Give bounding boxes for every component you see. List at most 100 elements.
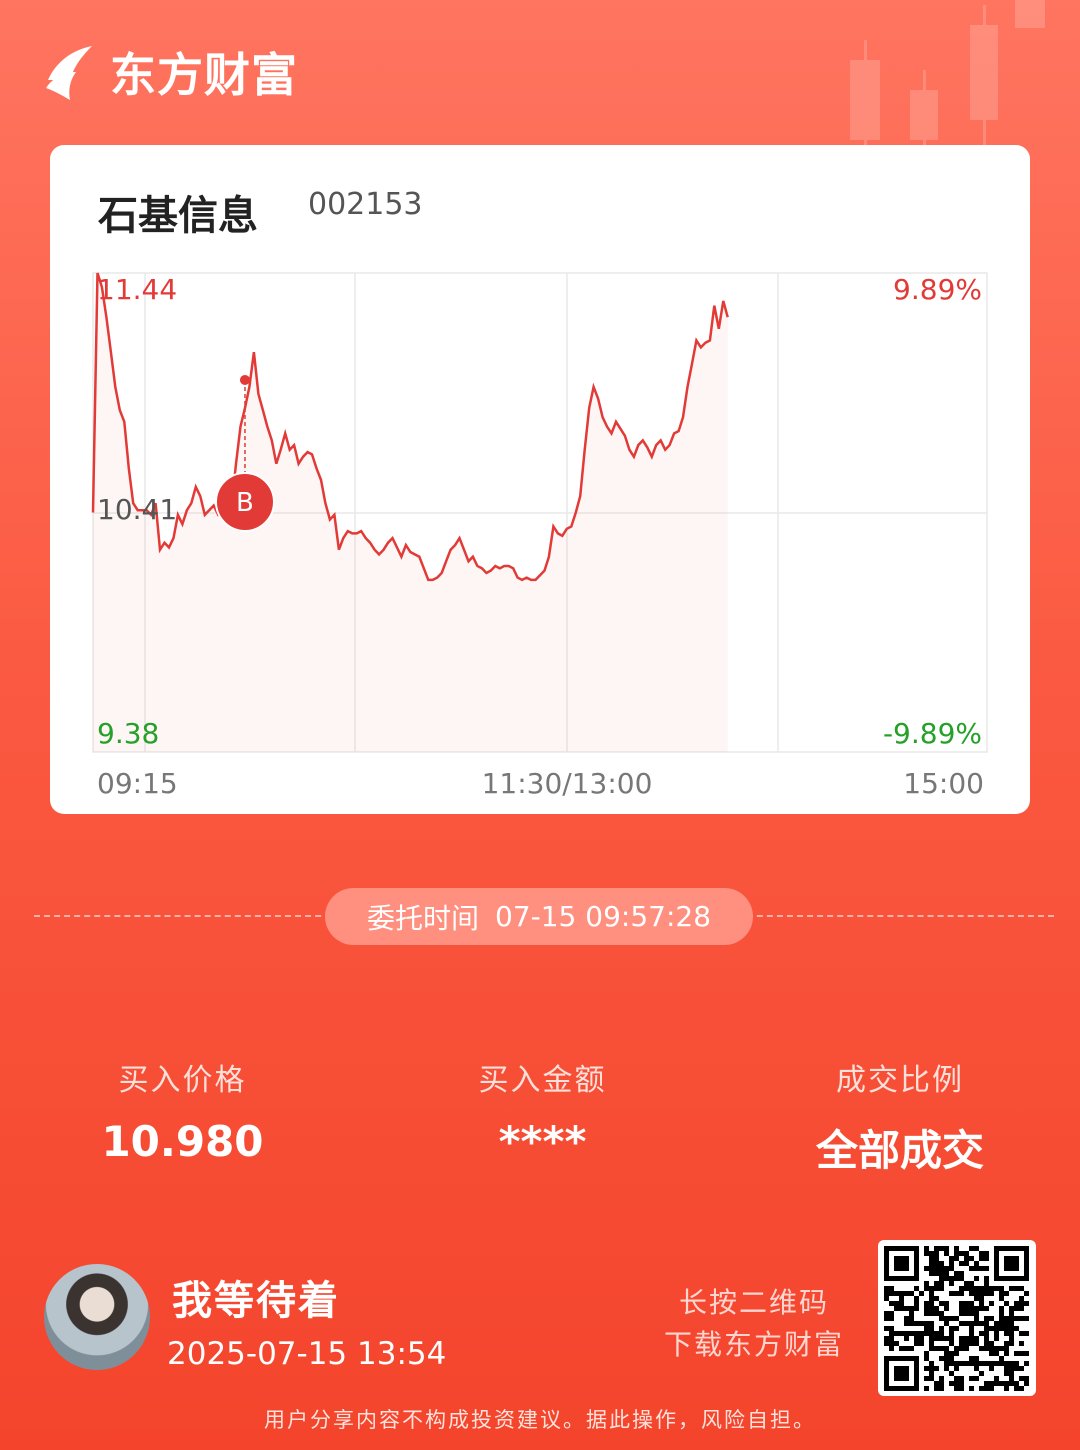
qr-module xyxy=(964,1301,969,1306)
qr-module xyxy=(954,1361,959,1366)
qr-module xyxy=(979,1286,984,1291)
qr-module xyxy=(889,1301,894,1306)
qr-module xyxy=(884,1296,889,1301)
qr-module xyxy=(889,1326,894,1331)
qr-module xyxy=(924,1246,929,1251)
qr-module xyxy=(959,1271,964,1276)
qr-module xyxy=(964,1336,969,1341)
qr-module xyxy=(964,1281,969,1286)
qr-module xyxy=(924,1306,929,1311)
qr-module xyxy=(1009,1331,1014,1336)
stock-chart-card[interactable]: 石基信息 002153 B 11.44 10.41 9.38 9.89% -9.… xyxy=(50,145,1030,814)
qr-module xyxy=(914,1341,919,1346)
qr-module xyxy=(994,1286,999,1291)
qr-module xyxy=(934,1251,939,1256)
qr-module xyxy=(964,1341,969,1346)
qr-module xyxy=(964,1321,969,1326)
qr-module xyxy=(964,1261,969,1266)
qr-module xyxy=(949,1276,954,1281)
qr-module xyxy=(1004,1346,1009,1351)
qr-module xyxy=(999,1286,1004,1291)
qr-module xyxy=(949,1316,954,1321)
qr-module xyxy=(989,1386,994,1391)
qr-module xyxy=(969,1286,974,1291)
qr-module xyxy=(894,1341,899,1346)
qr-module xyxy=(984,1281,989,1286)
qr-module xyxy=(1009,1336,1014,1341)
qr-module xyxy=(964,1311,969,1316)
qr-module xyxy=(944,1351,949,1356)
qr-module xyxy=(974,1286,979,1291)
qr-module xyxy=(1019,1376,1024,1381)
qr-module xyxy=(909,1321,914,1326)
qr-module xyxy=(899,1331,904,1336)
qr-module xyxy=(919,1336,924,1341)
qr-module xyxy=(959,1376,964,1381)
qr-module xyxy=(964,1286,969,1291)
qr-module xyxy=(899,1296,904,1301)
qr-module xyxy=(944,1316,949,1321)
user-avatar[interactable] xyxy=(44,1264,150,1370)
qr-module xyxy=(939,1261,944,1266)
qr-module xyxy=(924,1376,929,1381)
order-time-value: 07-15 09:57:28 xyxy=(495,900,712,933)
qr-module xyxy=(939,1386,944,1391)
qr-module xyxy=(939,1376,944,1381)
stat-buy-amount-label: 买入金额 xyxy=(478,1063,607,1098)
qr-module xyxy=(959,1311,964,1316)
qr-module xyxy=(924,1321,929,1326)
stat-fill-ratio-label: 成交比例 xyxy=(836,1063,964,1098)
qr-module xyxy=(994,1331,999,1336)
qr-module xyxy=(904,1316,909,1321)
price-min-label: 9.38 xyxy=(97,717,159,750)
qr-module xyxy=(989,1381,994,1386)
qr-module xyxy=(939,1356,944,1361)
background-candlestick-decoration xyxy=(850,0,1045,150)
qr-module xyxy=(979,1346,984,1351)
qr-module xyxy=(904,1321,909,1326)
order-time-pill: 委托时间 07-15 09:57:28 xyxy=(325,888,753,945)
qr-module xyxy=(1024,1376,1029,1381)
intraday-chart[interactable]: B 11.44 10.41 9.38 9.89% -9.89% 09:15 11… xyxy=(50,145,1030,814)
qr-module xyxy=(969,1356,974,1361)
qr-module xyxy=(989,1286,994,1291)
qr-module xyxy=(884,1291,889,1296)
qr-module xyxy=(959,1306,964,1311)
qr-module xyxy=(924,1286,929,1291)
qr-module xyxy=(904,1291,909,1296)
download-qr-code[interactable] xyxy=(878,1240,1036,1396)
qr-module xyxy=(899,1291,904,1296)
qr-module xyxy=(889,1331,894,1336)
qr-module xyxy=(909,1306,914,1311)
qr-module xyxy=(914,1306,919,1311)
qr-module xyxy=(974,1266,979,1271)
qr-module xyxy=(1004,1381,1009,1386)
qr-module xyxy=(939,1326,944,1331)
qr-module xyxy=(989,1316,994,1321)
qr-module xyxy=(984,1291,989,1296)
qr-module xyxy=(949,1256,954,1261)
qr-module xyxy=(1019,1316,1024,1321)
qr-module xyxy=(984,1361,989,1366)
qr-module xyxy=(984,1381,989,1386)
qr-module xyxy=(1009,1316,1014,1321)
qr-module xyxy=(934,1271,939,1276)
qr-module xyxy=(979,1386,984,1391)
qr-module xyxy=(974,1336,979,1341)
qr-module xyxy=(884,1326,889,1331)
qr-module xyxy=(939,1301,944,1306)
qr-module xyxy=(954,1326,959,1331)
qr-module xyxy=(964,1256,969,1261)
stat-buy-price-label: 买入价格 xyxy=(118,1063,247,1098)
qr-module xyxy=(1014,1381,1019,1386)
qr-hint-line2: 下载东方财富 xyxy=(663,1328,844,1361)
qr-module xyxy=(949,1381,954,1386)
qr-module xyxy=(964,1361,969,1366)
stat-buy-price: 买入价格 10.980 xyxy=(95,1055,270,1166)
qr-module xyxy=(994,1361,999,1366)
qr-module xyxy=(999,1311,1004,1316)
qr-hint-line1: 长按二维码 xyxy=(678,1286,829,1319)
qr-module xyxy=(1009,1366,1014,1371)
qr-module xyxy=(974,1341,979,1346)
qr-module xyxy=(909,1311,914,1316)
